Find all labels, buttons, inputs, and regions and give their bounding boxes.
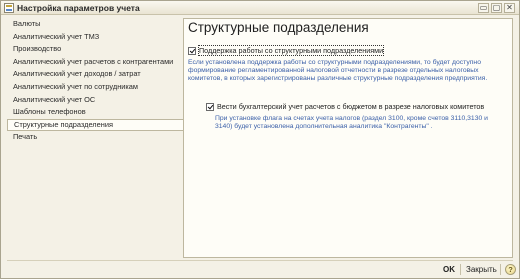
close-window-button[interactable]: ✕ — [504, 3, 515, 13]
sidebar-item-currencies[interactable]: Валюты — [7, 18, 183, 31]
close-button[interactable]: Закрыть — [466, 265, 497, 274]
dialog-footer: OK Закрыть ? — [7, 260, 516, 276]
structural-units-info: Если установлена поддержка работы со стр… — [188, 59, 488, 83]
page-title: Структурные подразделения — [188, 20, 369, 35]
budget-accounting-label[interactable]: Вести бухгалтерский учет расчетов с бюдж… — [217, 102, 484, 111]
sidebar-item-inventory[interactable]: Аналитический учет ТМЗ — [7, 31, 183, 44]
footer-divider — [460, 264, 461, 275]
sidebar-item-phone-templates[interactable]: Шаблоны телефонов — [7, 106, 183, 119]
sidebar-item-counterparties[interactable]: Аналитический учет расчетов с контрагент… — [7, 56, 183, 69]
maximize-button[interactable]: ▢ — [491, 3, 502, 13]
settings-sidebar: Валюты Аналитический учет ТМЗ Производст… — [7, 18, 183, 258]
structural-units-label[interactable]: Поддержка работы со структурными подразд… — [197, 45, 385, 56]
structural-units-toggle[interactable]: Поддержка работы со структурными подразд… — [188, 45, 385, 56]
sidebar-item-production[interactable]: Производство — [7, 43, 183, 56]
title-bar: Настройка параметров учета ▭ ▢ ✕ — [1, 1, 519, 15]
sidebar-item-structural-units[interactable]: Структурные подразделения — [7, 118, 183, 132]
settings-window: Настройка параметров учета ▭ ▢ ✕ Валюты … — [0, 0, 520, 279]
budget-accounting-checkbox[interactable] — [206, 102, 214, 111]
help-icon[interactable]: ? — [505, 264, 516, 275]
structural-units-checkbox[interactable] — [188, 46, 196, 55]
footer-divider-2 — [500, 264, 501, 275]
window-title: Настройка параметров учета — [17, 3, 140, 13]
sidebar-item-employees[interactable]: Аналитический учет по сотрудникам — [7, 81, 183, 94]
minimize-button[interactable]: ▭ — [478, 3, 489, 13]
ok-button[interactable]: OK — [443, 265, 455, 274]
sidebar-item-print[interactable]: Печать — [7, 131, 183, 144]
settings-panel: Структурные подразделения Поддержка рабо… — [183, 18, 513, 258]
app-settings-icon — [4, 3, 14, 13]
budget-accounting-info: При установке флага на счетах учета нало… — [215, 115, 488, 131]
sidebar-item-income-expenses[interactable]: Аналитический учет доходов / затрат — [7, 68, 183, 81]
sidebar-item-fixed-assets[interactable]: Аналитический учет ОС — [7, 94, 183, 107]
budget-accounting-toggle[interactable]: Вести бухгалтерский учет расчетов с бюдж… — [206, 102, 484, 111]
